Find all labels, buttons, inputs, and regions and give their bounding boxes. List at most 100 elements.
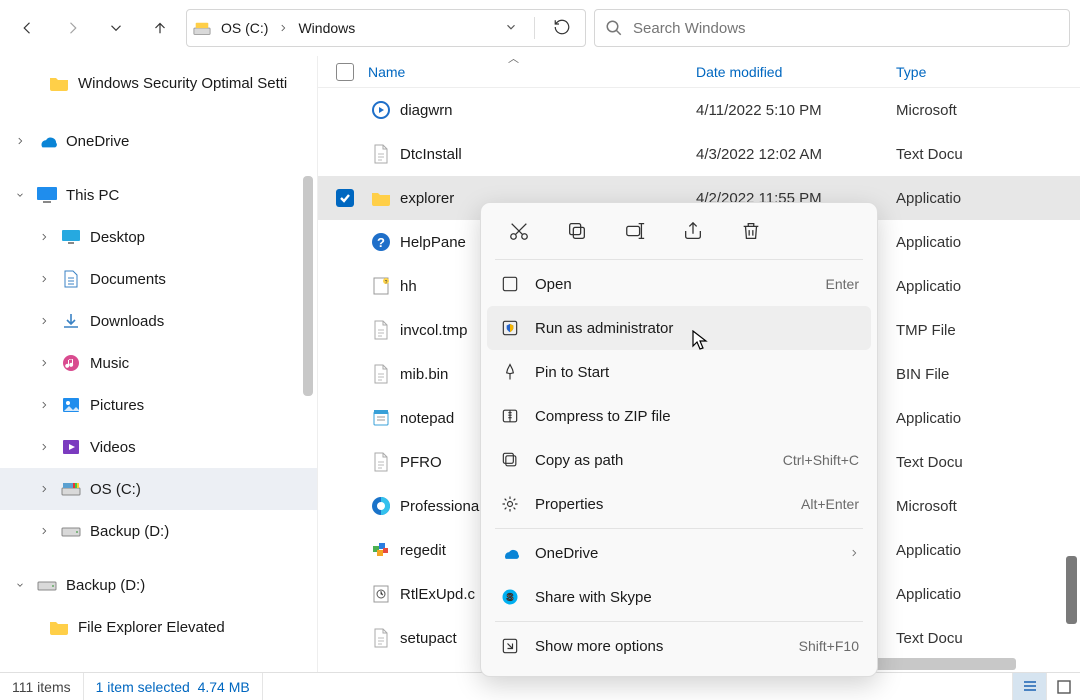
row-checkbox[interactable] (336, 409, 354, 427)
chevron-right-icon[interactable] (36, 439, 52, 455)
file-type: Applicatio (896, 586, 961, 603)
file-icon (368, 364, 394, 384)
recent-dropdown[interactable] (98, 10, 134, 46)
file-icon (368, 190, 394, 206)
file-type: Text Docu (896, 630, 963, 647)
zip-icon (499, 406, 521, 426)
address-bar[interactable]: OS (C:) Windows (186, 9, 586, 47)
up-button[interactable] (142, 10, 178, 46)
header-type[interactable]: Type (896, 64, 926, 80)
chevron-right-icon (849, 545, 859, 561)
row-checkbox[interactable] (336, 233, 354, 251)
row-checkbox[interactable] (336, 497, 354, 515)
svg-text:?: ? (377, 235, 385, 250)
downloads-icon (60, 312, 82, 330)
file-type: Applicatio (896, 278, 961, 295)
crumb-child[interactable]: Windows (292, 16, 361, 40)
row-checkbox[interactable] (336, 321, 354, 339)
view-large-button[interactable] (1046, 673, 1080, 700)
sidebar-item-backup[interactable]: Backup (D:) (0, 510, 317, 552)
row-checkbox[interactable] (336, 541, 354, 559)
chevron-right-icon[interactable] (36, 313, 52, 329)
chevron-down-icon[interactable] (12, 577, 28, 593)
file-icon (368, 628, 394, 648)
sidebar-item-elevated[interactable]: File Explorer Elevated (0, 606, 317, 648)
ctx-more-options[interactable]: Show more options Shift+F10 (487, 624, 871, 668)
address-dropdown[interactable] (498, 16, 524, 41)
header-date[interactable]: Date modified (696, 64, 896, 80)
select-all-checkbox[interactable] (336, 63, 354, 81)
sidebar-item-osc[interactable]: OS (C:) (0, 468, 317, 510)
refresh-button[interactable] (545, 14, 579, 43)
sidebar-item-desktop[interactable]: Desktop (0, 216, 317, 258)
back-button[interactable] (10, 10, 46, 46)
copy-button[interactable] (563, 217, 591, 245)
pin-icon (499, 362, 521, 382)
sidebar-item-pictures[interactable]: Pictures (0, 384, 317, 426)
file-icon: ? (368, 276, 394, 296)
column-header: Name Date modified Type (318, 56, 1080, 88)
view-details-button[interactable] (1012, 673, 1046, 700)
chevron-right-icon[interactable] (36, 397, 52, 413)
header-name[interactable]: Name (368, 64, 696, 80)
file-name: DtcInstall (400, 146, 696, 163)
ctx-share-skype[interactable]: S Share with Skype (487, 575, 871, 619)
row-checkbox[interactable] (336, 189, 354, 207)
file-type: Applicatio (896, 190, 961, 207)
row-checkbox[interactable] (336, 629, 354, 647)
ctx-run-as-admin[interactable]: Run as administrator (487, 306, 871, 350)
sidebar-item-music[interactable]: Music (0, 342, 317, 384)
sidebar-item-documents[interactable]: Documents (0, 258, 317, 300)
sidebar-item-thispc[interactable]: This PC (0, 174, 317, 216)
crumb-root[interactable]: OS (C:) (215, 16, 274, 40)
chevron-right-icon (278, 20, 288, 36)
chevron-right-icon[interactable] (36, 481, 52, 497)
open-icon (499, 274, 521, 294)
forward-button[interactable] (54, 10, 90, 46)
sidebar-scrollbar[interactable] (303, 176, 313, 396)
row-checkbox[interactable] (336, 277, 354, 295)
cut-button[interactable] (505, 217, 533, 245)
file-type: Text Docu (896, 454, 963, 471)
v-scrollbar[interactable] (1066, 556, 1077, 624)
share-button[interactable] (679, 217, 707, 245)
row-checkbox[interactable] (336, 365, 354, 383)
top-nav: OS (C:) Windows (0, 0, 1080, 56)
more-options-icon (499, 636, 521, 656)
ctx-copy-as-path[interactable]: Copy as path Ctrl+Shift+C (487, 438, 871, 482)
file-row[interactable]: diagwrn4/11/2022 5:10 PMMicrosoft (318, 88, 1080, 132)
row-checkbox[interactable] (336, 101, 354, 119)
search-bar[interactable] (594, 9, 1070, 47)
chevron-down-icon[interactable] (12, 187, 28, 203)
rename-button[interactable] (621, 217, 649, 245)
sidebar-item-downloads[interactable]: Downloads (0, 300, 317, 342)
ctx-compress-zip[interactable]: Compress to ZIP file (487, 394, 871, 438)
chevron-right-icon[interactable] (36, 229, 52, 245)
svg-text:S: S (507, 592, 514, 603)
ctx-onedrive[interactable]: OneDrive (487, 531, 871, 575)
row-checkbox[interactable] (336, 585, 354, 603)
search-input[interactable] (633, 20, 1059, 37)
drive-icon (36, 579, 58, 591)
sidebar-item-onedrive[interactable]: OneDrive (0, 120, 317, 162)
row-checkbox[interactable] (336, 453, 354, 471)
ctx-pin-to-start[interactable]: Pin to Start (487, 350, 871, 394)
chevron-right-icon[interactable] (36, 271, 52, 287)
ctx-properties[interactable]: Properties Alt+Enter (487, 482, 871, 526)
row-checkbox[interactable] (336, 145, 354, 163)
onedrive-icon (36, 133, 58, 149)
chevron-right-icon[interactable] (36, 355, 52, 371)
file-row[interactable]: DtcInstall4/3/2022 12:02 AMText Docu (318, 132, 1080, 176)
mouse-cursor (692, 330, 710, 355)
drive-icon (60, 482, 82, 496)
sidebar-item-security[interactable]: Windows Security Optimal Setti (0, 62, 317, 104)
chevron-right-icon[interactable] (12, 133, 28, 149)
delete-button[interactable] (737, 217, 765, 245)
sidebar-item-backup2[interactable]: Backup (D:) (0, 564, 317, 606)
ctx-open[interactable]: Open Enter (487, 262, 871, 306)
file-type: Microsoft (896, 498, 957, 515)
file-icon (368, 496, 394, 516)
file-icon (368, 320, 394, 340)
chevron-right-icon[interactable] (36, 523, 52, 539)
sidebar-item-videos[interactable]: Videos (0, 426, 317, 468)
